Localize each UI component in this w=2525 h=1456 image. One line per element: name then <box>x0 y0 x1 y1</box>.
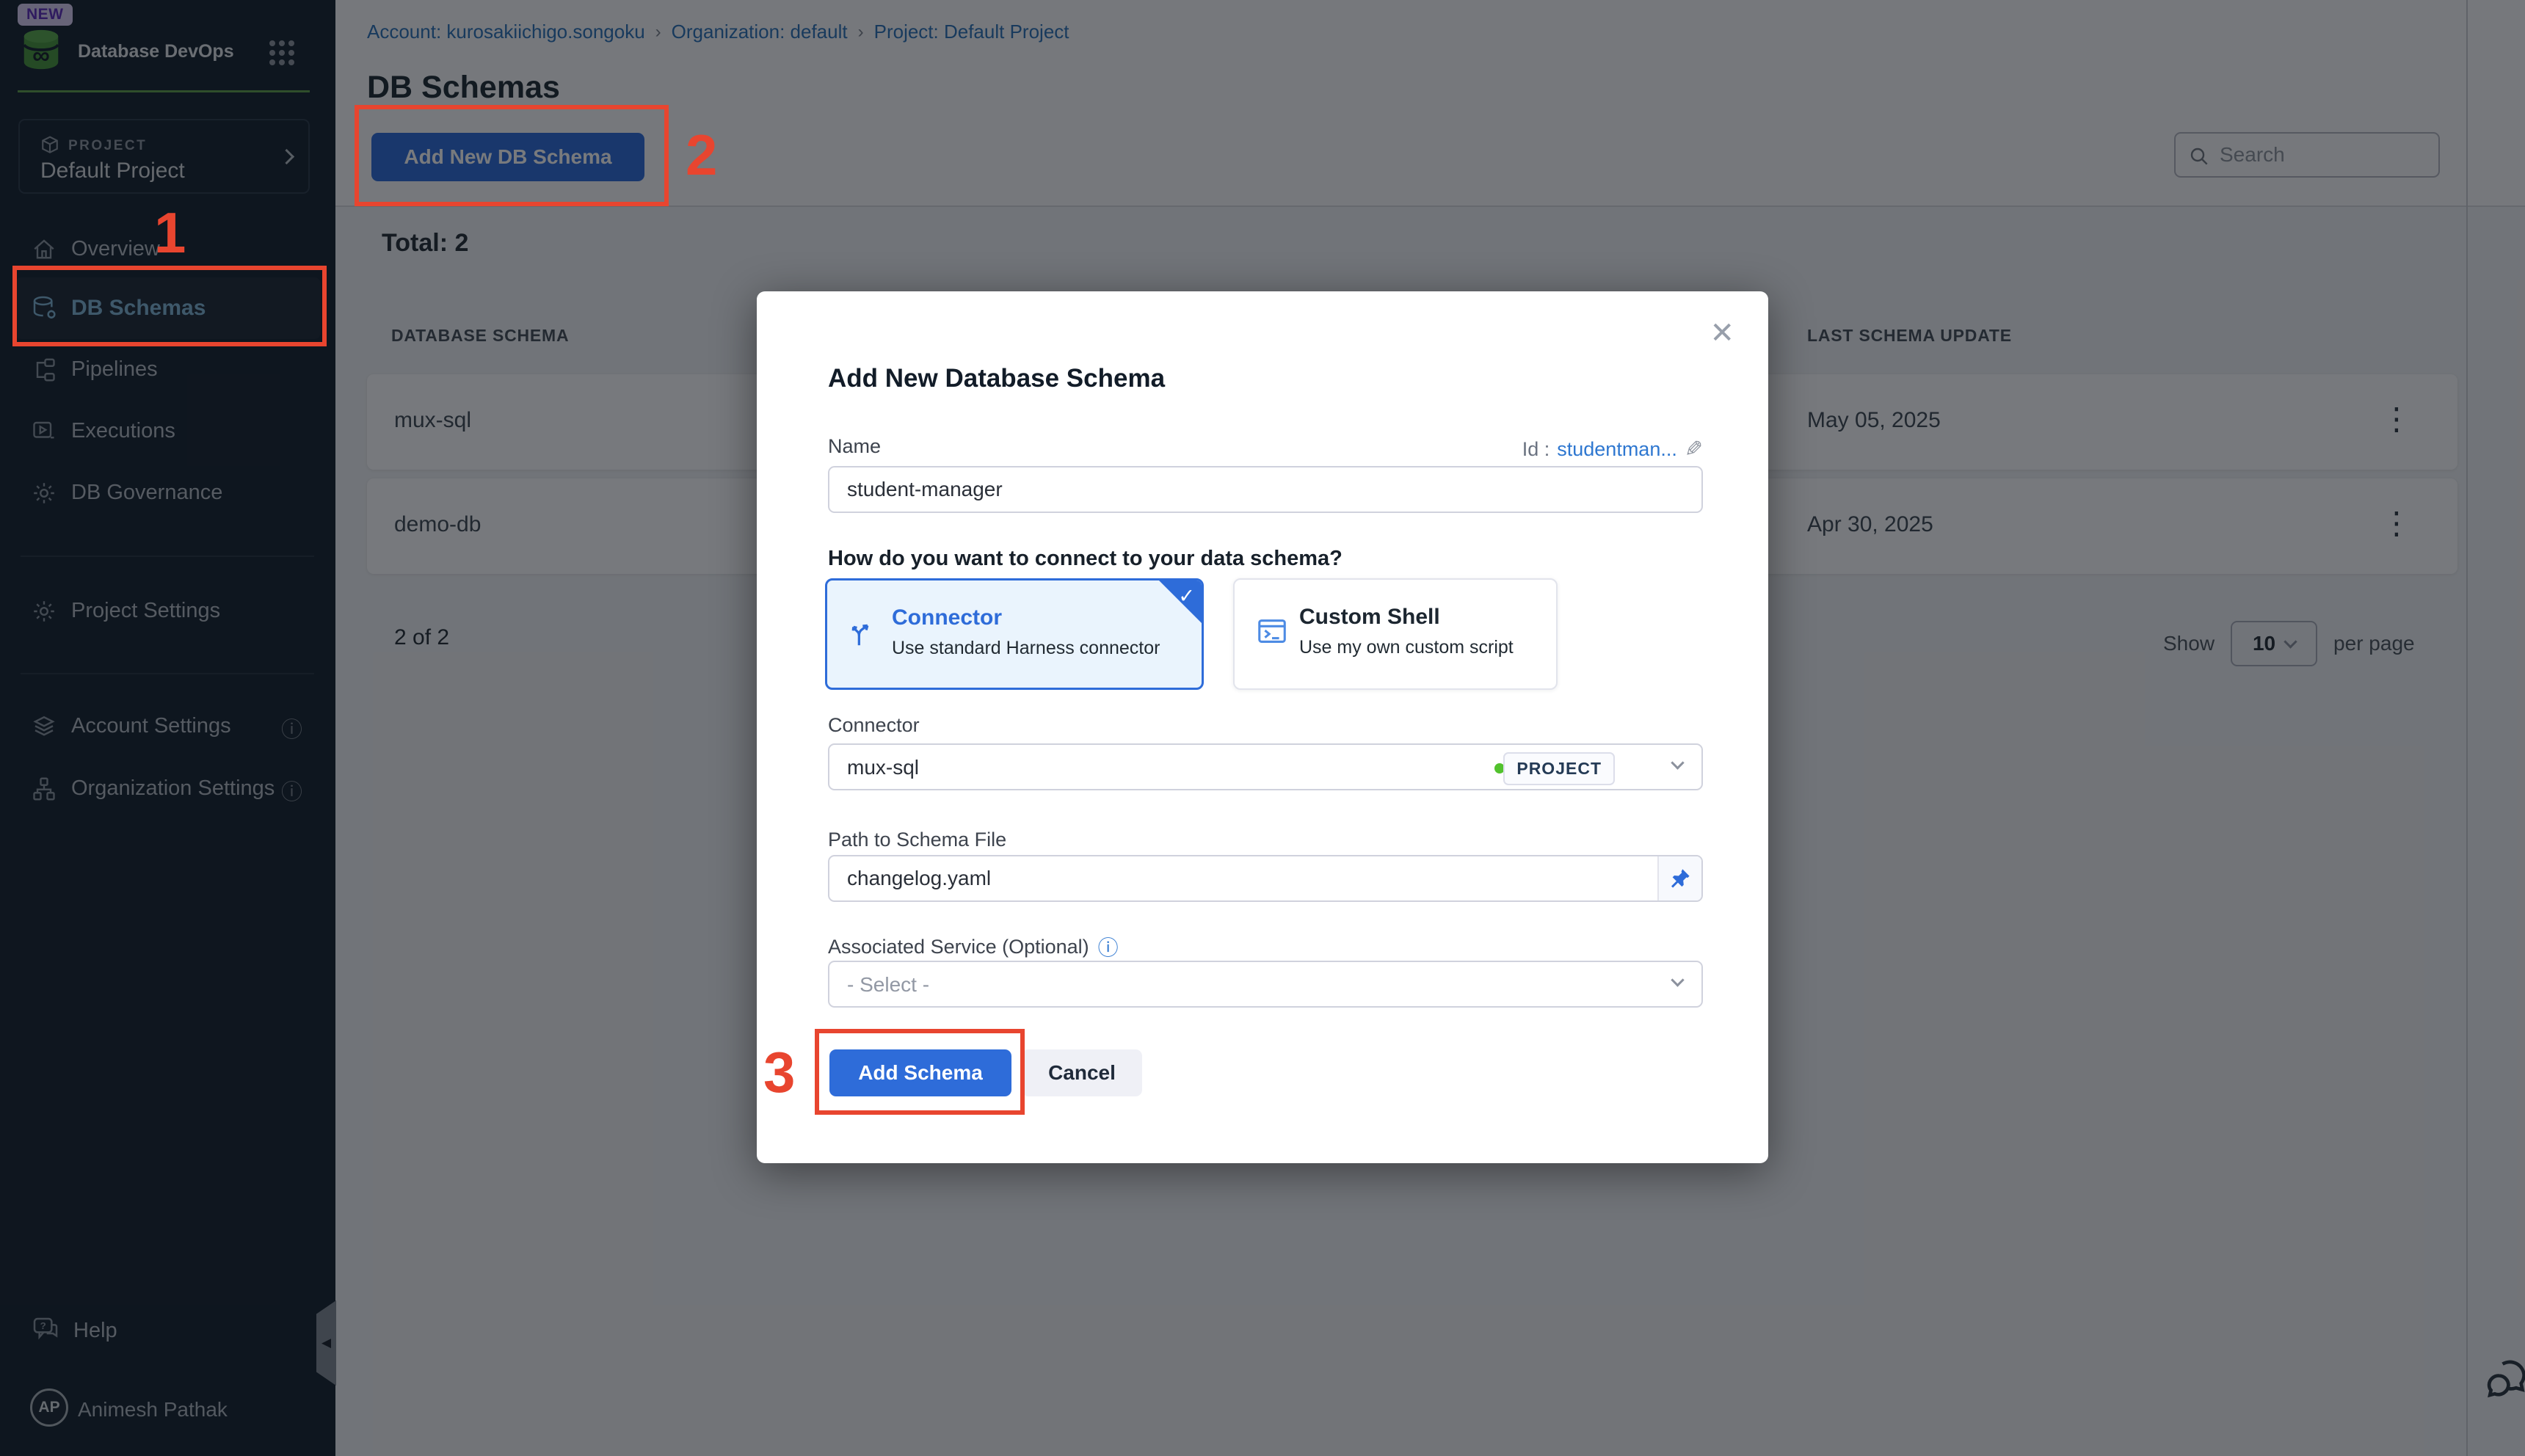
cancel-button[interactable]: Cancel <box>1022 1049 1142 1096</box>
chevron-down-icon <box>1671 973 1684 986</box>
close-icon[interactable]: ✕ <box>1710 316 1734 350</box>
connector-branch-icon <box>848 616 882 649</box>
check-icon: ✓ <box>1178 585 1195 608</box>
connector-select[interactable]: mux-sql PROJECT <box>828 743 1703 790</box>
entity-id-row: Id : studentman... ✎ <box>1522 437 1703 462</box>
path-input[interactable] <box>829 856 1652 900</box>
annotation-number-3: 3 <box>763 1044 795 1101</box>
scope-tag: PROJECT <box>1503 752 1615 785</box>
name-label: Name <box>828 435 881 458</box>
schema-name-input[interactable] <box>828 466 1703 513</box>
connector-option-card[interactable]: Connector Use standard Harness connector… <box>825 578 1204 690</box>
pushpin-icon <box>1669 867 1691 889</box>
path-input-wrap <box>828 855 1703 902</box>
option-description: Use my own custom script <box>1299 637 1514 658</box>
associated-service-placeholder: - Select - <box>847 973 929 997</box>
app-window: NEW ∞ Database DevOps PROJECT Default Pr… <box>0 0 2525 1456</box>
pin-button[interactable] <box>1657 856 1701 900</box>
annotation-number-2: 2 <box>686 126 717 183</box>
edit-pencil-icon[interactable]: ✎ <box>1685 437 1703 462</box>
annotation-box-2 <box>355 105 669 206</box>
annotation-number-1: 1 <box>154 204 186 261</box>
option-description: Use standard Harness connector <box>892 638 1160 659</box>
associated-service-label: Associated Service (Optional) <box>828 936 1089 958</box>
terminal-icon <box>1255 615 1289 649</box>
option-title: Custom Shell <box>1299 605 1440 630</box>
info-icon[interactable]: ⓘ <box>1098 932 1119 961</box>
connect-question-label: How do you want to connect to your data … <box>828 547 1343 571</box>
connector-value: mux-sql <box>847 756 919 779</box>
associated-service-label-row: Associated Service (Optional) ⓘ <box>828 932 1119 961</box>
id-value-link[interactable]: studentman... <box>1557 438 1677 461</box>
option-title: Connector <box>892 605 1002 630</box>
associated-service-select[interactable]: - Select - <box>828 961 1703 1008</box>
chevron-down-icon <box>1671 756 1684 769</box>
annotation-box-3 <box>815 1029 1025 1115</box>
custom-shell-option-card[interactable]: Custom Shell Use my own custom script <box>1233 578 1558 690</box>
annotation-box-1 <box>12 266 327 346</box>
connector-label: Connector <box>828 714 920 737</box>
modal-title: Add New Database Schema <box>828 364 1165 393</box>
id-label: Id : <box>1522 438 1550 461</box>
path-label: Path to Schema File <box>828 829 1006 851</box>
